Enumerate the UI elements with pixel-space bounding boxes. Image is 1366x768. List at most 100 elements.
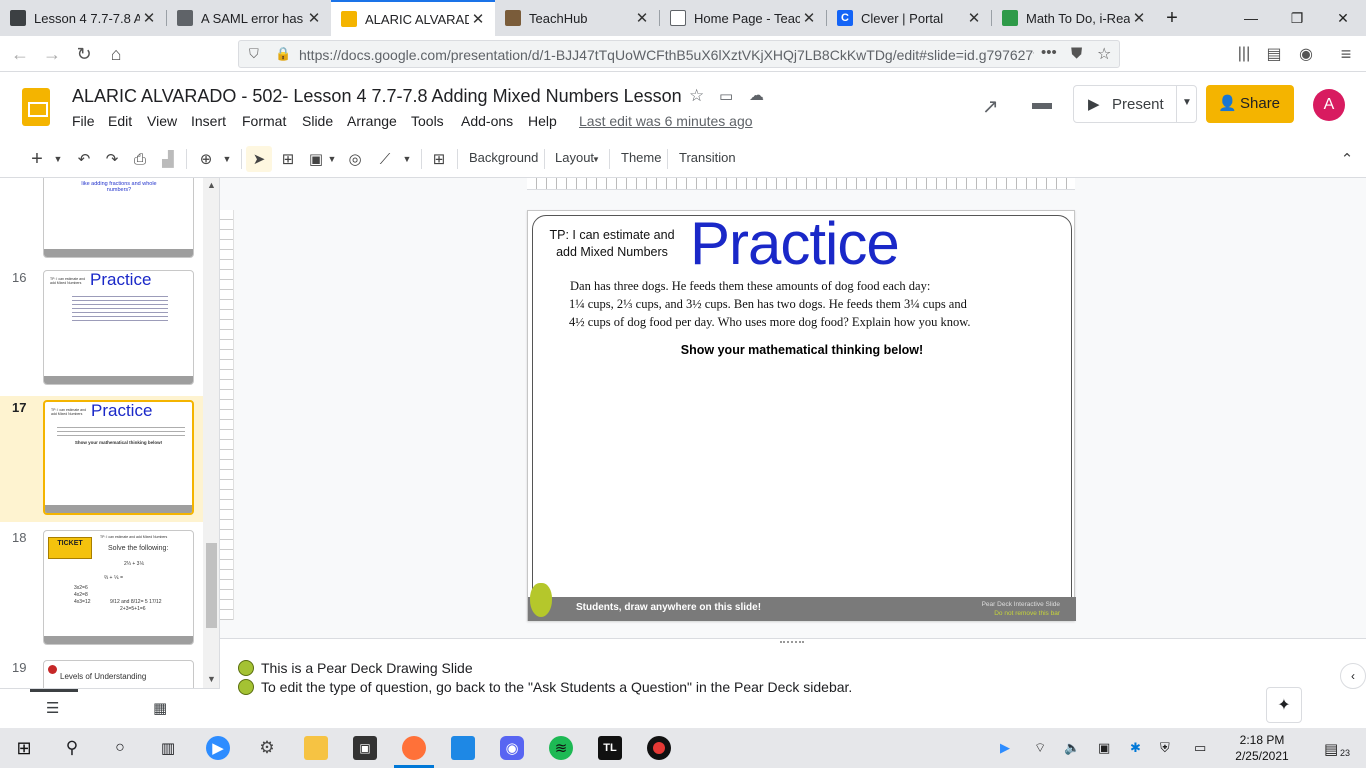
back-icon[interactable]: ← xyxy=(8,42,32,66)
browser-tab[interactable]: Home Page - Teach ✕ xyxy=(660,0,826,36)
address-bar[interactable]: ⛉ 🔒 https://docs.google.com/presentation… xyxy=(238,40,1120,68)
current-slide[interactable]: TP: I can estimate and add Mixed Numbers… xyxy=(527,210,1076,621)
slide-thumbnail[interactable]: like adding fractions and whole numbers? xyxy=(43,178,194,258)
filmstrip-scrollbar[interactable]: ▲ ▼ xyxy=(203,178,219,688)
text-box-icon[interactable]: ⊞ xyxy=(279,148,297,170)
discord-icon[interactable]: ◉ xyxy=(500,736,524,760)
filmstrip-view-icon[interactable]: ☰ xyxy=(46,699,59,717)
close-tab-icon[interactable]: ✕ xyxy=(633,9,651,27)
bluetooth-icon[interactable]: ✱ xyxy=(1130,740,1141,756)
slides-logo-icon[interactable] xyxy=(22,88,50,126)
settings-gear-icon[interactable]: ⚙ xyxy=(255,736,279,760)
whiteboard-icon[interactable] xyxy=(451,736,475,760)
shape-icon[interactable]: ◎ xyxy=(346,148,364,170)
grid-view-icon[interactable]: ▦ xyxy=(153,699,167,717)
tl-app-icon[interactable]: TL xyxy=(598,736,622,760)
slide-thumbnail[interactable]: TICKET TP: I can estimate and add Mixed … xyxy=(43,530,194,645)
share-button[interactable]: 👤 Share xyxy=(1206,85,1294,123)
zoom-app-icon[interactable]: ▶ xyxy=(206,736,230,760)
close-window-icon[interactable]: ✕ xyxy=(1320,0,1366,36)
reload-icon[interactable]: ↻ xyxy=(72,42,96,66)
image-icon[interactable]: ▣ xyxy=(307,148,325,170)
minimize-icon[interactable]: — xyxy=(1228,0,1274,36)
slide-thumbnail[interactable]: Levels of Understanding xyxy=(43,660,194,688)
chevron-down-icon[interactable]: ▼ xyxy=(401,148,413,170)
menu-addons[interactable]: Add-ons xyxy=(461,113,513,129)
document-title[interactable]: ALARIC ALVARADO - 502- Lesson 4 7.7-7.8 … xyxy=(72,86,682,107)
browser-tab[interactable]: C Clever | Portal ✕ xyxy=(827,0,991,36)
browser-tab[interactable]: Lesson 4 7.7-7.8 Ad ✕ xyxy=(0,0,166,36)
side-panel-toggle-icon[interactable]: ‹ xyxy=(1340,663,1366,689)
system-clock[interactable]: 2:18 PM 2/25/2021 xyxy=(1224,732,1300,764)
close-tab-icon[interactable]: ✕ xyxy=(140,9,158,27)
wifi-icon[interactable]: ⌔ xyxy=(1034,740,1046,756)
account-icon[interactable]: ◉ xyxy=(1294,42,1318,66)
menu-slide[interactable]: Slide xyxy=(302,113,333,129)
comment-add-icon[interactable]: ⊞ xyxy=(430,148,448,170)
line-icon[interactable]: ⟋ xyxy=(376,148,394,170)
browser-tab[interactable]: TeachHub ✕ xyxy=(495,0,659,36)
sidebar-icon[interactable]: ▤ xyxy=(1262,42,1286,66)
close-tab-icon[interactable]: ✕ xyxy=(800,9,818,27)
browser-tab-active[interactable]: ALARIC ALVARADO ✕ xyxy=(331,0,495,36)
paint-format-icon[interactable]: ▟ xyxy=(159,148,177,170)
collapse-toolbar-icon[interactable]: ⌃ xyxy=(1338,148,1356,170)
library-icon[interactable]: ||| xyxy=(1232,42,1256,66)
zoom-icon[interactable]: ⊕ xyxy=(197,148,215,170)
cloud-status-icon[interactable]: ☁ xyxy=(749,86,764,104)
close-tab-icon[interactable]: ✕ xyxy=(1130,9,1148,27)
restore-icon[interactable]: ❐ xyxy=(1274,0,1320,36)
close-tab-icon[interactable]: ✕ xyxy=(965,9,983,27)
volume-icon[interactable]: 🔈 xyxy=(1064,740,1080,756)
resize-handle[interactable] xyxy=(780,641,804,644)
slide-thumbnail[interactable]: TP: I can estimate and add Mixed Numbers… xyxy=(43,270,194,385)
activity-trend-icon[interactable]: ↗ xyxy=(982,94,999,119)
chevron-down-icon[interactable]: ▼ xyxy=(52,148,64,170)
zoom-tray-icon[interactable]: ▶ xyxy=(1000,740,1010,756)
security-icon[interactable]: ⛨ xyxy=(1160,740,1170,756)
present-button[interactable]: ▶ Present ▼ xyxy=(1073,85,1197,123)
menu-insert[interactable]: Insert xyxy=(191,113,226,129)
menu-help[interactable]: Help xyxy=(528,113,557,129)
new-slide-icon[interactable]: + xyxy=(28,148,46,170)
slide-thumbnail-selected[interactable]: TP: I can estimate and add Mixed Numbers… xyxy=(43,400,194,515)
explore-button[interactable]: ✦ xyxy=(1266,687,1302,723)
background-button[interactable]: Background xyxy=(469,150,538,165)
meet-now-icon[interactable]: ▣ xyxy=(1098,740,1110,756)
menu-view[interactable]: View xyxy=(147,113,177,129)
avatar[interactable]: A xyxy=(1313,89,1345,121)
menu-arrange[interactable]: Arrange xyxy=(347,113,397,129)
forward-icon[interactable]: → xyxy=(40,42,64,66)
select-cursor-icon[interactable]: ➤ xyxy=(246,146,272,172)
chevron-down-icon[interactable]: ▼ xyxy=(591,148,601,170)
transition-button[interactable]: Transition xyxy=(679,150,736,165)
network-icon[interactable]: ▭ xyxy=(1194,740,1206,756)
bookmark-star-icon[interactable]: ☆ xyxy=(1097,44,1111,64)
chevron-down-icon[interactable]: ▼ xyxy=(326,148,338,170)
layout-button[interactable]: Layout xyxy=(555,150,594,165)
home-icon[interactable]: ⌂ xyxy=(104,42,128,66)
undo-icon[interactable]: ↶ xyxy=(75,148,93,170)
windows-start-icon[interactable]: ⊞ xyxy=(12,736,36,760)
chevron-down-icon[interactable]: ▼ xyxy=(221,148,233,170)
print-icon[interactable]: ⎙ xyxy=(131,148,149,170)
spotify-icon[interactable]: ≋ xyxy=(549,736,573,760)
more-icon[interactable]: ••• xyxy=(1041,44,1057,61)
theme-button[interactable]: Theme xyxy=(621,150,661,165)
menu-format[interactable]: Format xyxy=(242,113,286,129)
chevron-down-icon[interactable]: ▼ xyxy=(1182,97,1192,108)
new-tab-icon[interactable]: + xyxy=(1157,0,1187,36)
comment-icon[interactable]: ▬ xyxy=(1032,92,1052,115)
browser-tab[interactable]: A SAML error has oc ✕ xyxy=(167,0,331,36)
menu-edit[interactable]: Edit xyxy=(108,113,132,129)
browser-tab[interactable]: Math To Do, i-Ready ✕ xyxy=(992,0,1156,36)
firefox-icon[interactable] xyxy=(402,736,426,760)
menu-file[interactable]: File xyxy=(72,113,95,129)
file-explorer-icon[interactable] xyxy=(304,736,328,760)
redo-icon[interactable]: ↷ xyxy=(103,148,121,170)
close-tab-icon[interactable]: ✕ xyxy=(305,9,323,27)
speaker-notes[interactable]: This is a Pear Deck Drawing Slide To edi… xyxy=(220,638,1366,728)
last-edit-link[interactable]: Last edit was 6 minutes ago xyxy=(579,113,753,129)
cortana-icon[interactable]: ○ xyxy=(108,736,132,760)
close-tab-icon[interactable]: ✕ xyxy=(469,10,487,28)
